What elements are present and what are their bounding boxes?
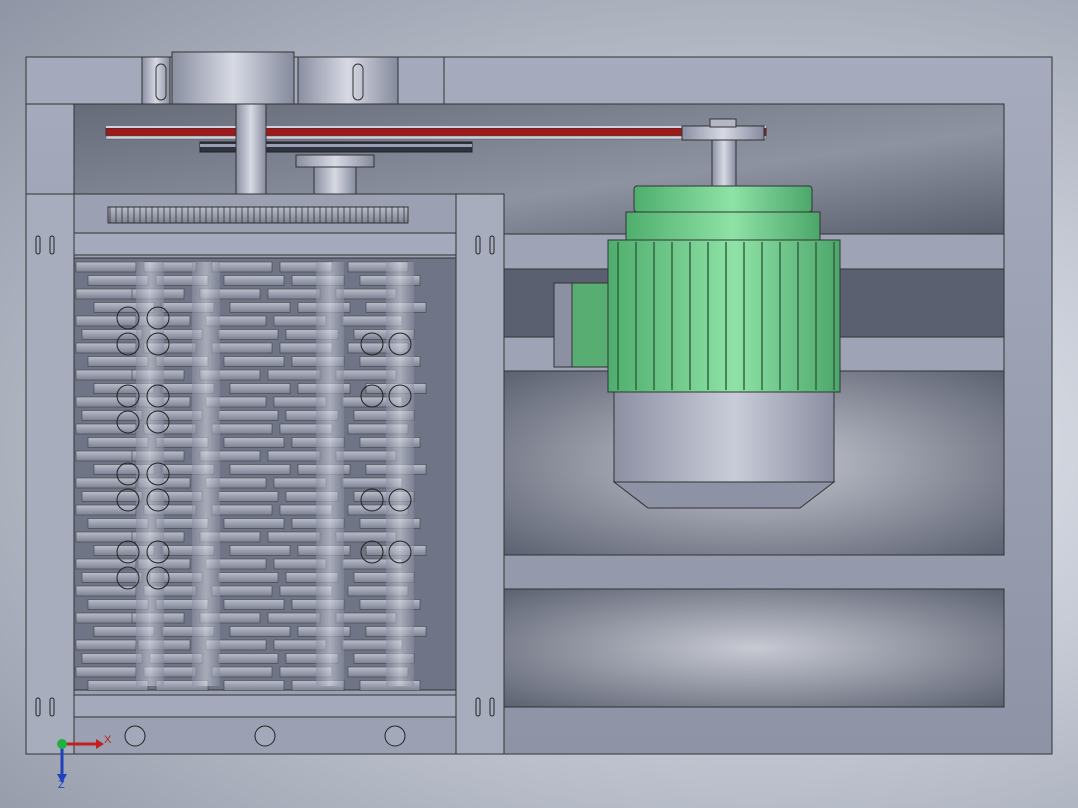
motor-top-cap (633, 185, 813, 213)
bearing-housing-mid (171, 51, 295, 105)
blade-segment (229, 302, 291, 313)
frame-opening-4 (503, 588, 1005, 708)
blade-segment (211, 504, 273, 516)
blade-segment (217, 329, 279, 340)
cutter-shaft-left (235, 103, 267, 201)
blade-segment (211, 585, 273, 597)
blade-segment (211, 666, 273, 678)
blade-segment (267, 450, 321, 462)
blade-segment (223, 275, 285, 286)
blade-segment (217, 410, 279, 421)
blade-segment (229, 383, 291, 394)
blade-segment (75, 315, 137, 327)
motor-pulley (681, 125, 765, 141)
blade-segment (229, 626, 291, 637)
blade-segment (217, 572, 279, 583)
blade-segment (75, 504, 137, 516)
blade-segment (75, 612, 137, 624)
frame-hole-2 (254, 725, 276, 747)
drive-belt (105, 127, 767, 137)
blade-segment (75, 288, 137, 300)
blade-segment (75, 585, 137, 597)
blade-segment (229, 464, 291, 475)
blade-segment (81, 653, 143, 664)
blade-segment (217, 491, 279, 502)
frame-hole-3 (384, 725, 406, 747)
blade-segment (75, 666, 137, 678)
blade-segment (75, 396, 137, 408)
blade-segment (223, 599, 285, 610)
motor-stator (607, 239, 841, 393)
blade-segment (75, 261, 137, 273)
triad-x-label: X (104, 734, 112, 746)
blade-segment (75, 450, 137, 462)
triad-z-label: Z (58, 779, 65, 790)
blade-segment (81, 572, 143, 583)
blade-segment (81, 491, 143, 502)
cutter-shaft (386, 262, 414, 686)
cutter-shaft (316, 262, 344, 686)
cad-graphics-viewport[interactable]: X Z (0, 0, 1078, 808)
blade-segment (211, 261, 273, 273)
blade-segment (211, 342, 273, 354)
blade-segment (75, 531, 137, 543)
blade-segment (75, 477, 137, 489)
blade-segment (223, 356, 285, 367)
blade-segment (267, 612, 321, 624)
blade-segment (267, 369, 321, 381)
motor-body (613, 391, 835, 483)
blade-segment (223, 680, 285, 691)
blade-segment (223, 437, 285, 448)
bearing-housing-right (297, 56, 399, 105)
blade-segment (75, 639, 137, 651)
blade-segment (75, 342, 137, 354)
motor-shaft (711, 139, 737, 187)
blade-segment (267, 531, 321, 543)
blade-segment (217, 653, 279, 664)
blade-segment (223, 518, 285, 529)
shredder-assembly-model[interactable] (0, 0, 1078, 808)
cutter-shaft (192, 262, 220, 686)
blade-segment (211, 423, 273, 435)
gear-pair (107, 206, 409, 224)
frame-hole-1 (124, 725, 146, 747)
blade-segment (229, 545, 291, 556)
blade-segment (267, 288, 321, 300)
blade-segment (75, 369, 137, 381)
coordinate-triad: X Z (57, 734, 112, 790)
motor-end-bell (612, 481, 836, 509)
